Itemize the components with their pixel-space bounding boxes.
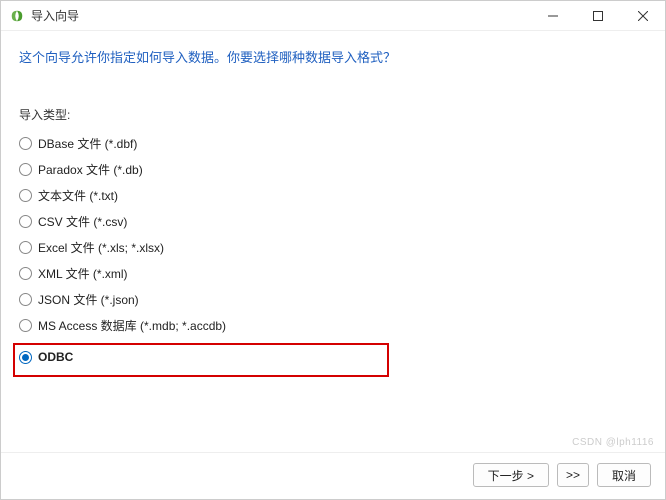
radio-option[interactable]: 文本文件 (*.txt): [19, 185, 647, 205]
radio-icon: [19, 163, 32, 176]
radio-label: DBase 文件 (*.dbf): [38, 135, 137, 152]
window-controls: [530, 1, 665, 30]
radio-icon: [19, 267, 32, 280]
footer: 下一步 > >> 取消: [1, 452, 665, 499]
radio-icon: [19, 189, 32, 202]
radio-label: 文本文件 (*.txt): [38, 187, 118, 204]
app-icon: [9, 8, 25, 24]
radio-icon: [19, 241, 32, 254]
radio-label: Excel 文件 (*.xls; *.xlsx): [38, 239, 164, 256]
radio-option[interactable]: CSV 文件 (*.csv): [19, 211, 647, 231]
radio-label: XML 文件 (*.xml): [38, 265, 128, 282]
radio-option[interactable]: Paradox 文件 (*.db): [19, 159, 647, 179]
radio-icon: [19, 351, 32, 364]
minimize-button[interactable]: [530, 1, 575, 30]
last-step-button[interactable]: >>: [557, 463, 589, 487]
radio-label: ODBC: [38, 350, 73, 364]
import-type-label: 导入类型:: [19, 106, 647, 123]
radio-option[interactable]: XML 文件 (*.xml): [19, 263, 647, 283]
radio-label: CSV 文件 (*.csv): [38, 213, 127, 230]
import-wizard-window: 导入向导 这个向导允许你指定如何导入数据。你要选择哪种数据导入格式？ 导入类型:…: [0, 0, 666, 500]
import-type-radio-group: DBase 文件 (*.dbf) Paradox 文件 (*.db) 文本文件 (*…: [19, 133, 647, 377]
close-button[interactable]: [620, 1, 665, 30]
radio-option[interactable]: MS Access 数据库 (*.mdb; *.accdb): [19, 315, 647, 335]
content-area: 这个向导允许你指定如何导入数据。你要选择哪种数据导入格式？ 导入类型: DBas…: [1, 31, 665, 452]
watermark: CSDN @lph1116: [572, 437, 654, 448]
maximize-button[interactable]: [575, 1, 620, 30]
titlebar: 导入向导: [1, 1, 665, 31]
radio-label: MS Access 数据库 (*.mdb; *.accdb): [38, 317, 226, 334]
radio-label: JSON 文件 (*.json): [38, 291, 139, 308]
radio-option[interactable]: JSON 文件 (*.json): [19, 289, 647, 309]
radio-icon: [19, 319, 32, 332]
radio-option[interactable]: Excel 文件 (*.xls; *.xlsx): [19, 237, 647, 257]
next-button[interactable]: 下一步 >: [473, 463, 549, 487]
radio-icon: [19, 137, 32, 150]
highlight-box: ODBC: [13, 343, 389, 377]
radio-icon: [19, 293, 32, 306]
radio-label: Paradox 文件 (*.db): [38, 161, 143, 178]
radio-icon: [19, 215, 32, 228]
instruction-text: 这个向导允许你指定如何导入数据。你要选择哪种数据导入格式？: [19, 47, 647, 66]
radio-option[interactable]: DBase 文件 (*.dbf): [19, 133, 647, 153]
window-title: 导入向导: [31, 7, 530, 24]
cancel-button[interactable]: 取消: [597, 463, 651, 487]
radio-option[interactable]: ODBC: [19, 347, 383, 367]
